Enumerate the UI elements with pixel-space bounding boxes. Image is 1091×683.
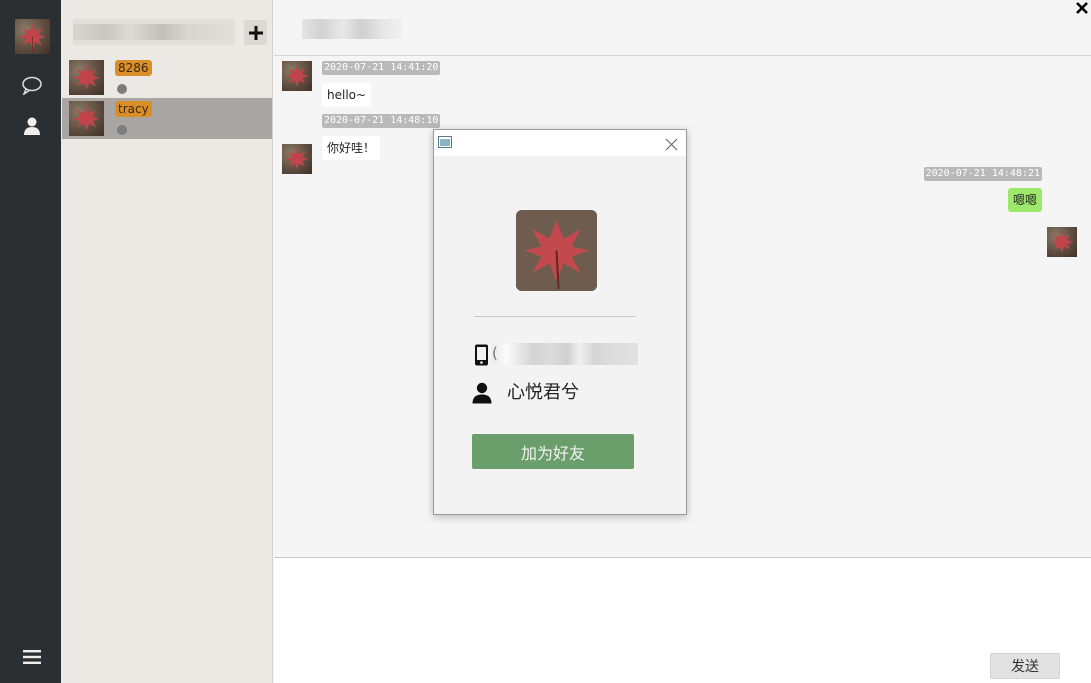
dialog-close-button[interactable] [665,136,678,151]
menu-icon[interactable] [19,644,45,670]
profile-avatar [516,210,597,291]
window-close-button[interactable] [1075,0,1089,14]
contact-name: tracy [115,101,152,117]
message-timestamp: 2020-07-21 14:48:21 [923,167,1042,181]
contact-avatar [69,60,104,95]
chat-bubble-icon[interactable] [19,72,45,98]
contact-item-selected[interactable]: tracy [62,98,272,139]
add-friend-button[interactable]: 加为好友 [472,434,634,469]
contacts-user-icon[interactable] [19,113,45,139]
search-input[interactable] [73,19,235,45]
contact-item[interactable]: 8286 [62,57,272,98]
status-dot [117,125,127,135]
sender-avatar [282,61,312,91]
my-avatar[interactable] [15,19,50,54]
send-button[interactable]: 发送 [990,653,1060,679]
my-message-avatar [1047,227,1077,257]
search-blur [73,24,235,40]
chat-title-blur [302,19,402,39]
profile-nickname: 心悦君兮 [507,382,579,403]
contact-name: 8286 [115,60,152,76]
divider [474,316,636,317]
phone-icon [475,344,488,366]
message-bubble-mine: 嗯嗯 [1007,188,1042,212]
plus-icon [248,25,263,40]
user-icon [472,382,492,404]
message-input[interactable]: 发送 [274,557,1091,683]
chat-header [274,0,1091,56]
phone-number: ( [492,343,638,365]
contact-list-panel: 8286 tracy [61,0,273,683]
left-sidebar [0,0,61,683]
profile-dialog: ( 心悦君兮 加为好友 [433,129,687,515]
window-icon [438,136,452,148]
message-timestamp: 2020-07-21 14:41:20 [322,61,441,75]
sender-avatar [282,144,312,174]
message-timestamp: 2020-07-21 14:48:10 [322,114,441,128]
add-contact-button[interactable] [244,20,267,45]
dialog-titlebar [434,130,686,156]
message-bubble: hello~ [322,83,372,107]
status-dot [117,84,127,94]
message-bubble: 你好哇！ [322,136,381,160]
contact-avatar [69,101,104,136]
close-icon [665,138,678,151]
close-icon [1076,2,1088,14]
phone-prefix: ( [492,344,498,362]
